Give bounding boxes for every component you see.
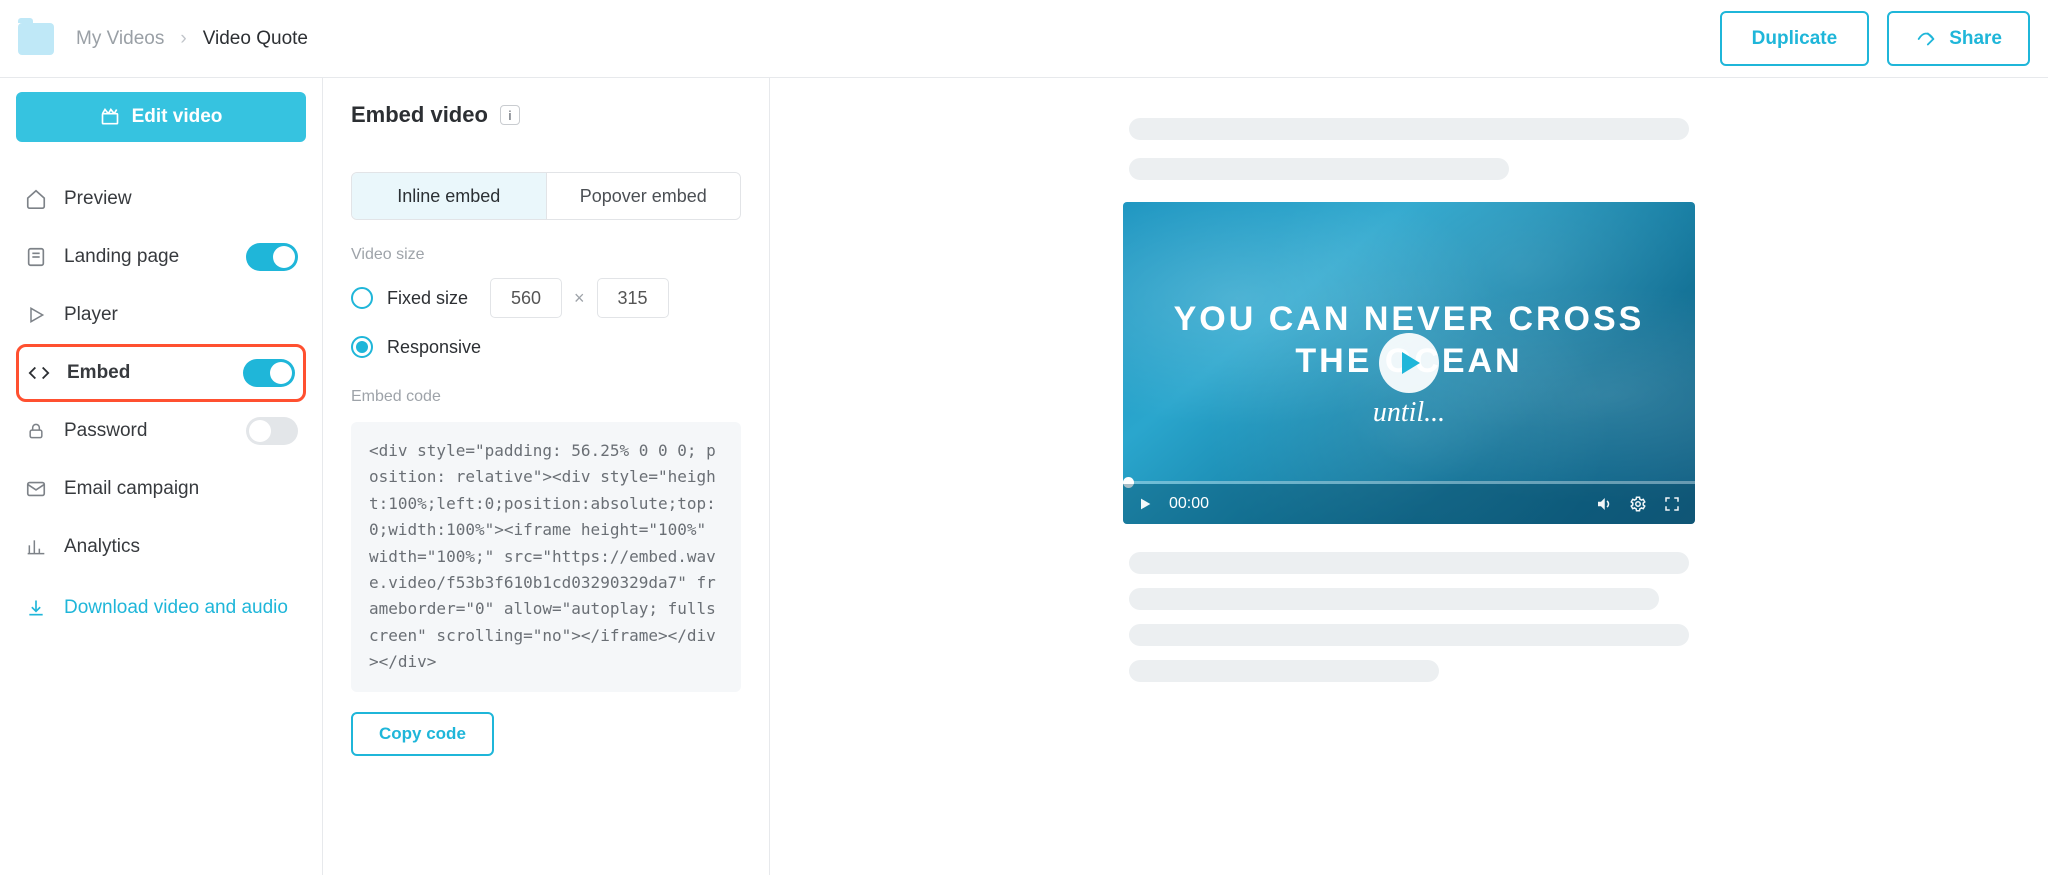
code-icon	[27, 362, 51, 384]
skeleton-top	[1129, 118, 1689, 180]
responsive-row[interactable]: Responsive	[351, 336, 741, 358]
times-icon: ×	[574, 288, 585, 309]
video-player[interactable]: YOU CAN NEVER CROSS THE OCEAN until... 0…	[1123, 202, 1695, 524]
embed-code-label: Embed code	[351, 388, 741, 406]
responsive-label: Responsive	[387, 337, 481, 358]
sidebar-item-embed[interactable]: Embed	[16, 344, 306, 402]
sidebar-item-landing-page[interactable]: Landing page	[16, 228, 306, 286]
headline-line1: YOU CAN NEVER CROSS	[1174, 300, 1645, 338]
gear-icon[interactable]	[1629, 495, 1647, 513]
radio-responsive[interactable]	[351, 336, 373, 358]
embed-code-box[interactable]: <div style="padding: 56.25% 0 0 0; posit…	[351, 422, 741, 692]
sidebar-item-password[interactable]: Password	[16, 402, 306, 460]
landing-page-toggle[interactable]	[246, 243, 298, 271]
width-input[interactable]	[490, 278, 562, 318]
sidebar-label: Player	[64, 304, 118, 326]
breadcrumb: My Videos › Video Quote	[76, 28, 308, 50]
sidebar-label: Password	[64, 420, 147, 442]
play-icon	[24, 305, 48, 325]
skeleton-line	[1129, 660, 1439, 682]
player-controls: 00:00	[1123, 484, 1695, 524]
embed-mode-tabs: Inline embed Popover embed	[351, 172, 741, 220]
fixed-size-label: Fixed size	[387, 288, 468, 309]
sidebar-label: Embed	[67, 362, 130, 384]
video-size-label: Video size	[351, 246, 741, 264]
radio-fixed[interactable]	[351, 287, 373, 309]
panel-title: Embed video	[351, 102, 488, 128]
fixed-size-row[interactable]: Fixed size ×	[351, 278, 741, 318]
top-actions: Duplicate Share	[1720, 11, 2030, 66]
breadcrumb-parent[interactable]: My Videos	[76, 28, 164, 50]
skeleton-line	[1129, 158, 1509, 180]
sidebar-label: Preview	[64, 188, 132, 210]
download-icon	[24, 598, 48, 618]
skeleton-bottom	[1129, 552, 1689, 682]
sidebar-item-analytics[interactable]: Analytics	[16, 518, 306, 576]
skeleton-line	[1129, 624, 1689, 646]
mail-icon	[24, 478, 48, 500]
sidebar: Edit video Preview Landing page	[0, 78, 323, 875]
duplicate-button[interactable]: Duplicate	[1720, 11, 1870, 66]
skeleton-line	[1129, 588, 1659, 610]
sidebar-nav: Preview Landing page Player	[16, 170, 306, 632]
download-label: Download video and audio	[64, 597, 288, 619]
panel-title-row: Embed video i	[351, 102, 741, 128]
clapper-icon	[100, 107, 120, 127]
tab-popover-embed[interactable]: Popover embed	[547, 173, 741, 219]
edit-video-button[interactable]: Edit video	[16, 92, 306, 142]
volume-icon[interactable]	[1595, 495, 1613, 513]
sidebar-item-player[interactable]: Player	[16, 286, 306, 344]
share-icon	[1915, 28, 1937, 50]
edit-video-label: Edit video	[132, 106, 223, 128]
main-columns: Edit video Preview Landing page	[0, 78, 2048, 875]
sidebar-label: Analytics	[64, 536, 140, 558]
info-icon[interactable]: i	[500, 105, 520, 125]
chevron-right-icon: ›	[180, 28, 186, 50]
home-icon	[24, 188, 48, 210]
sidebar-label: Email campaign	[64, 478, 199, 500]
play-button[interactable]	[1379, 333, 1439, 393]
play-small-icon[interactable]	[1137, 496, 1153, 512]
duplicate-label: Duplicate	[1752, 28, 1838, 50]
preview-pane: YOU CAN NEVER CROSS THE OCEAN until... 0…	[770, 78, 2048, 875]
skeleton-line	[1129, 118, 1689, 140]
skeleton-line	[1129, 552, 1689, 574]
chart-icon	[24, 537, 48, 557]
height-input[interactable]	[597, 278, 669, 318]
size-inputs: ×	[490, 278, 669, 318]
lock-icon	[24, 421, 48, 441]
embed-panel: Embed video i Inline embed Popover embed…	[323, 78, 770, 875]
download-video-link[interactable]: Download video and audio	[16, 584, 306, 632]
top-bar: My Videos › Video Quote Duplicate Share	[0, 0, 2048, 78]
breadcrumb-current: Video Quote	[203, 28, 308, 50]
sidebar-item-preview[interactable]: Preview	[16, 170, 306, 228]
tab-inline-embed[interactable]: Inline embed	[352, 173, 547, 219]
sidebar-item-email-campaign[interactable]: Email campaign	[16, 460, 306, 518]
copy-code-button[interactable]: Copy code	[351, 712, 494, 756]
video-subline: until...	[1373, 397, 1445, 429]
page-icon	[24, 246, 48, 268]
fullscreen-icon[interactable]	[1663, 495, 1681, 513]
folder-icon[interactable]	[18, 23, 54, 55]
password-toggle[interactable]	[246, 417, 298, 445]
share-label: Share	[1949, 28, 2002, 50]
current-time: 00:00	[1169, 495, 1209, 513]
share-button[interactable]: Share	[1887, 11, 2030, 66]
embed-toggle[interactable]	[243, 359, 295, 387]
sidebar-label: Landing page	[64, 246, 179, 268]
app-root: My Videos › Video Quote Duplicate Share …	[0, 0, 2048, 875]
